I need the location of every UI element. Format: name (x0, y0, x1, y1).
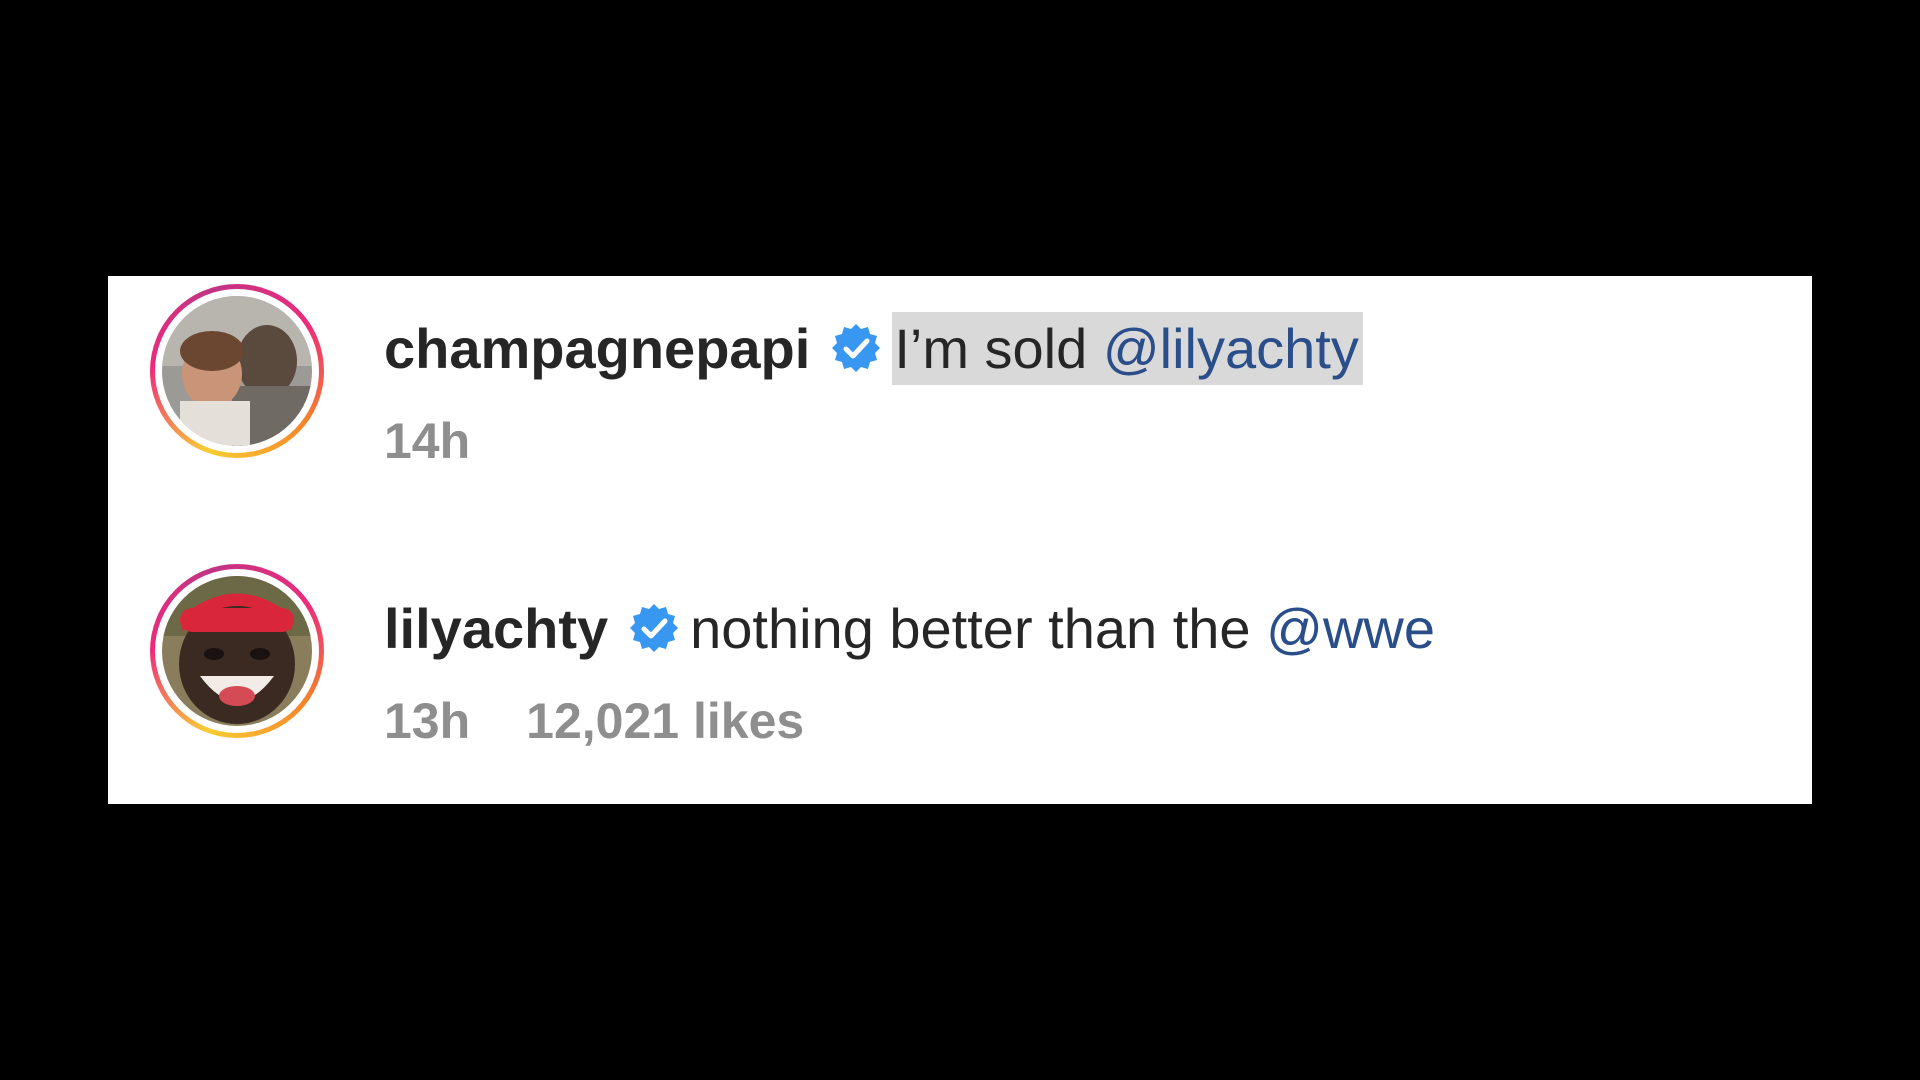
comment-body: I’m sold @lilyachty (892, 311, 1363, 385)
verified-badge-icon (628, 602, 680, 654)
mention-link[interactable]: @lilyachty (1103, 317, 1359, 380)
comment-text: nothing better than the (690, 596, 1251, 660)
comment-timestamp[interactable]: 14h (384, 412, 470, 470)
comment-body: nothing better than the @wwe (690, 596, 1435, 661)
comments-panel: champagnepapi I’m sold @lilyachty 14h li… (108, 276, 1812, 804)
verified-badge-icon (830, 322, 882, 374)
mention-link[interactable]: @wwe (1266, 597, 1435, 660)
avatar[interactable] (162, 576, 312, 726)
comment-username[interactable]: lilyachty (384, 596, 608, 661)
story-ring[interactable] (150, 564, 324, 738)
comment-text: I’m sold (894, 316, 1088, 380)
comment-timestamp[interactable]: 13h (384, 692, 470, 750)
story-ring[interactable] (150, 284, 324, 458)
comment-username[interactable]: champagnepapi (384, 316, 810, 381)
avatar[interactable] (162, 296, 312, 446)
likes-count[interactable]: 12,021 likes (526, 692, 804, 750)
